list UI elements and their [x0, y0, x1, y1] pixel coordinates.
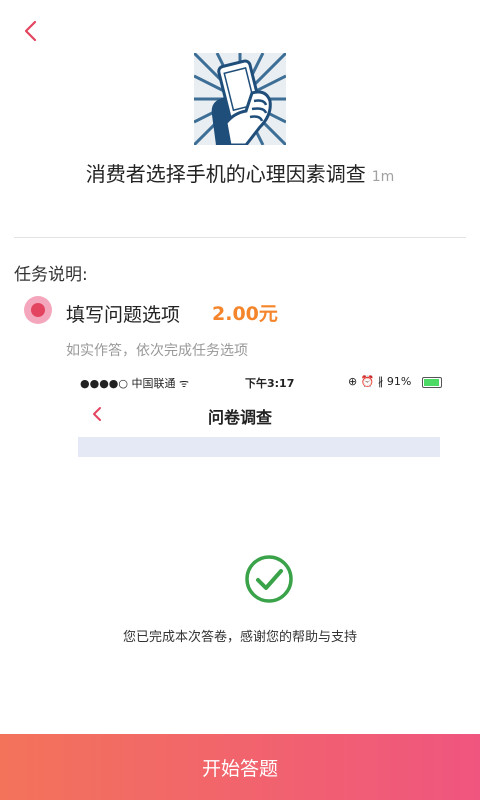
survey-image — [192, 51, 288, 147]
preview-status-icons: ⊕ ⏰ ∦ 91% — [348, 375, 412, 388]
survey-duration: 1m — [371, 169, 395, 185]
start-answer-button[interactable]: 开始答题 — [0, 734, 480, 800]
preview-page-title: 问卷调查 — [207, 408, 272, 427]
survey-title: 消费者选择手机的心理因素调查 — [85, 162, 366, 186]
battery-icon — [422, 377, 442, 388]
preview-status-bar: ●●●●○ 中国联通 ᯤ 下午3:17 ⊕ ⏰ ∦ 91% — [80, 374, 442, 392]
check-circle-icon — [244, 554, 294, 604]
task-section-label: 任务说明: — [14, 265, 88, 285]
task-item-price: 2.00元 — [212, 303, 278, 325]
preview-carrier: ●●●●○ 中国联通 ᯤ — [80, 377, 190, 390]
preview-time: 下午3:17 — [245, 377, 295, 390]
radio-selected-dot — [31, 303, 45, 317]
start-button-label: 开始答题 — [201, 757, 278, 780]
hand-holding-phone-illustration — [192, 51, 288, 147]
battery-level-fill — [424, 379, 439, 386]
completion-message: 您已完成本次答卷，感谢您的帮助与支持 — [122, 630, 357, 645]
task-item-description: 如实作答，依次完成任务选项 — [66, 343, 248, 359]
task-item-radio[interactable] — [24, 296, 52, 324]
task-item-title: 填写问题选项 — [66, 304, 181, 326]
divider — [14, 237, 466, 238]
chevron-left-icon — [24, 20, 37, 42]
survey-title-row: 消费者选择手机的心理因素调查 1m — [0, 158, 480, 188]
preview-header-band — [78, 437, 440, 457]
back-button[interactable] — [18, 18, 44, 44]
